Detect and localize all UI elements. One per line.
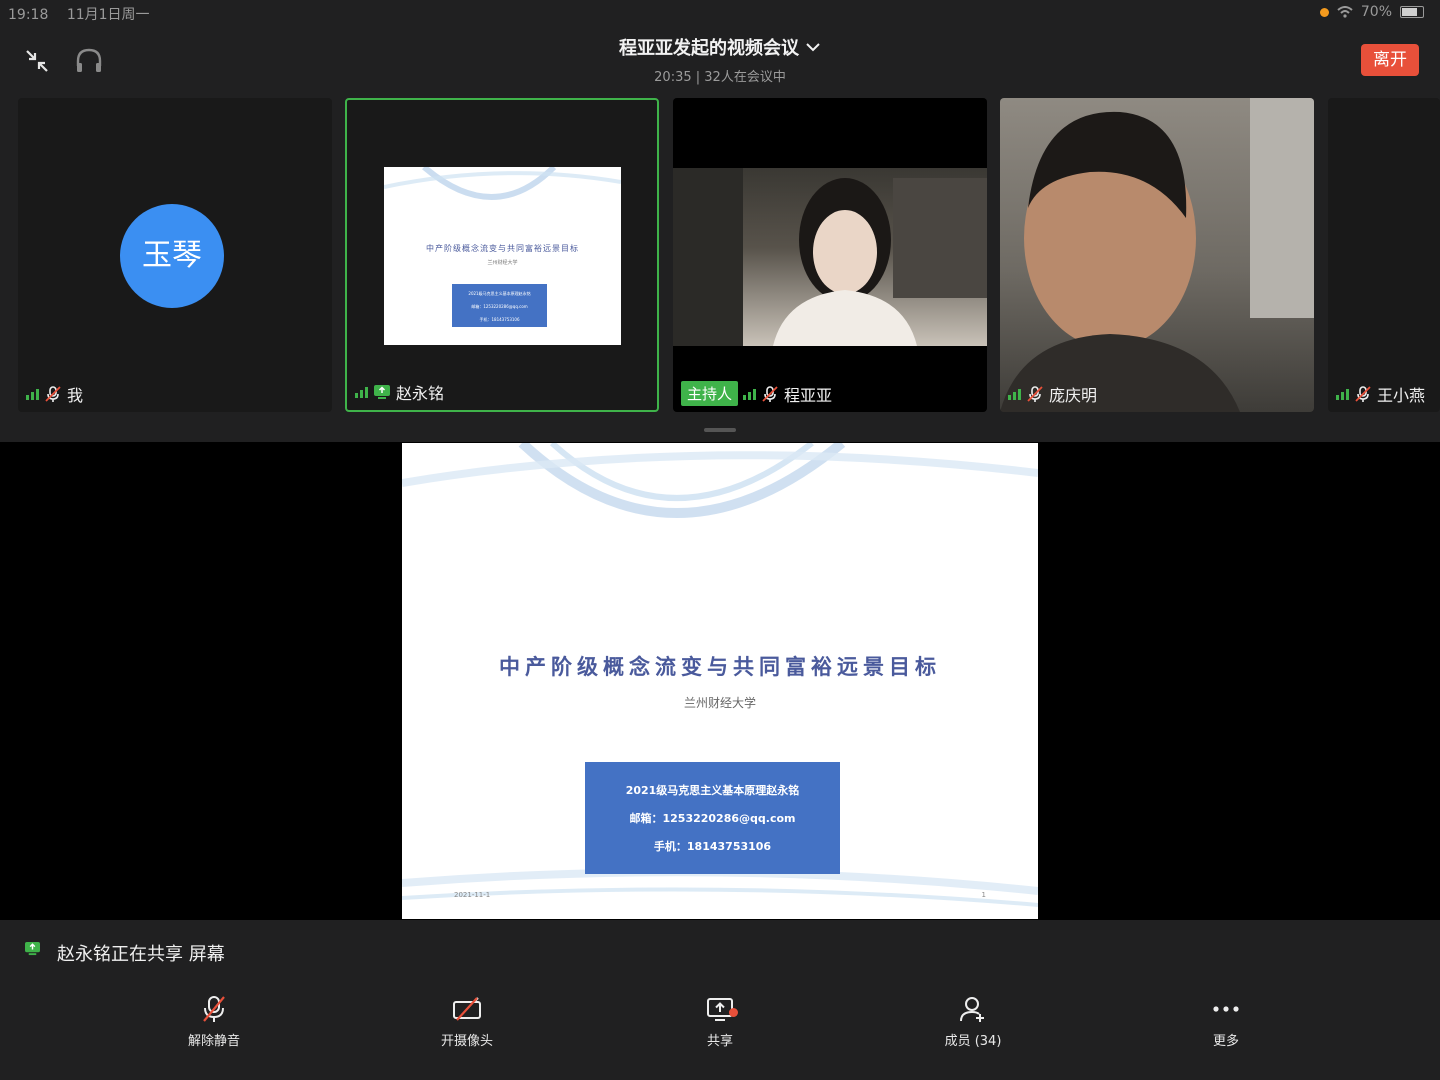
battery-percent: 70% bbox=[1360, 4, 1392, 20]
signal-icon bbox=[1336, 388, 1349, 400]
mic-indicator-dot bbox=[1319, 7, 1329, 17]
participant-label: 王小燕 bbox=[1336, 382, 1425, 406]
slide-page-number: 1 bbox=[981, 891, 986, 899]
participant-strip[interactable]: 玉琴 我 中产阶级概念流变与共同富裕远景目标 兰州财经大学 2021级马克思主义… bbox=[0, 96, 1440, 442]
strip-drag-handle[interactable] bbox=[704, 428, 736, 432]
signal-icon bbox=[1008, 388, 1021, 400]
participant-tile[interactable]: 庞庆明 bbox=[1000, 98, 1314, 412]
camera-off-icon bbox=[453, 997, 481, 1021]
mic-muted-icon bbox=[762, 385, 778, 402]
meeting-header: 程亚亚发起的视频会议 20:35 | 32人在会议中 离开 bbox=[0, 26, 1440, 96]
participant-video bbox=[1000, 98, 1314, 412]
participant-tile-self[interactable]: 玉琴 我 bbox=[18, 98, 332, 412]
participant-label: 主持人 程亚亚 bbox=[681, 381, 832, 406]
mic-muted-icon bbox=[1027, 386, 1043, 402]
shared-screen-area[interactable]: 中产阶级概念流变与共同富裕远景目标 兰州财经大学 2021级马克思主义基本原理赵… bbox=[0, 442, 1440, 920]
mic-muted-icon bbox=[203, 996, 225, 1022]
members-button[interactable]: 成员 (34) bbox=[908, 994, 1038, 1049]
participant-tile-host[interactable]: 主持人 程亚亚 bbox=[673, 98, 987, 412]
more-button[interactable]: 更多 bbox=[1161, 994, 1291, 1049]
person-silhouette bbox=[1000, 98, 1314, 412]
signal-icon bbox=[26, 388, 39, 400]
sharing-notice-text: 赵永铭正在共享 屏幕 bbox=[57, 944, 225, 965]
slide-wave-decoration bbox=[384, 167, 621, 200]
participant-name: 王小燕 bbox=[1377, 386, 1426, 405]
slide-author-line: 2021级马克思主义基本原理赵永铭 bbox=[625, 784, 800, 797]
mini-slide-box-line1: 2021级马克思主义基本原理赵永铭 bbox=[468, 291, 531, 296]
mini-slide-title: 中产阶级概念流变与共同富裕远景目标 bbox=[426, 244, 579, 253]
signal-icon bbox=[355, 386, 368, 398]
participant-name: 我 bbox=[67, 386, 84, 405]
meeting-window: 19:18 11月1日周一 70% 程亚亚发起的视频会议 20:35 | 32人… bbox=[0, 0, 1440, 1080]
mini-slide-subtitle: 兰州财经大学 bbox=[487, 260, 518, 266]
separator: | bbox=[695, 70, 705, 85]
bottom-toolbar: 解除静音 开摄像头 共享 成员 (34) 更多 bbox=[0, 980, 1440, 1080]
participant-label: 庞庆明 bbox=[1008, 382, 1097, 406]
mic-muted-icon bbox=[45, 386, 61, 402]
avatar: 玉琴 bbox=[120, 204, 224, 308]
participant-count: 32人在会议中 bbox=[704, 70, 786, 85]
status-time: 19:18 bbox=[8, 7, 49, 23]
mini-slide-box: 2021级马克思主义基本原理赵永铭 邮箱：1253220286@qq.com 手… bbox=[452, 284, 547, 327]
slide-date: 2021-11-1 bbox=[454, 891, 491, 899]
participant-name: 程亚亚 bbox=[784, 385, 833, 405]
members-label: 成员 (34) bbox=[944, 1034, 1002, 1049]
slide-title: 中产阶级概念流变与共同富裕远景目标 bbox=[499, 655, 941, 679]
participant-name: 赵永铭 bbox=[396, 384, 445, 403]
person-silhouette bbox=[673, 168, 987, 346]
battery-icon bbox=[1400, 6, 1424, 18]
slide-phone-line: 手机：18143753106 bbox=[653, 840, 772, 853]
members-icon bbox=[960, 997, 984, 1022]
meeting-subtitle: 20:35 | 32人在会议中 bbox=[0, 66, 1440, 85]
more-label: 更多 bbox=[1212, 1034, 1239, 1049]
unmute-button[interactable]: 解除静音 bbox=[149, 994, 279, 1049]
screen-share-icon bbox=[374, 385, 390, 399]
slide-email-line: 邮箱：1253220286@qq.com bbox=[629, 812, 796, 825]
mini-slide-box-line2: 邮箱：1253220286@qq.com bbox=[471, 304, 528, 309]
share-button[interactable]: 共享 bbox=[655, 994, 785, 1049]
host-badge: 主持人 bbox=[681, 381, 739, 406]
participant-tile[interactable]: 王小燕 bbox=[1328, 98, 1440, 412]
slide-subtitle: 兰州财经大学 bbox=[683, 696, 756, 710]
mic-muted-icon bbox=[1355, 386, 1371, 402]
slide-author-box: 2021级马克思主义基本原理赵永铭 邮箱：1253220286@qq.com 手… bbox=[585, 762, 840, 874]
host-video bbox=[673, 168, 987, 346]
screen-share-icon bbox=[25, 941, 40, 956]
participant-label: 我 bbox=[26, 382, 83, 406]
status-date: 11月1日周一 bbox=[66, 7, 150, 23]
meeting-duration: 20:35 bbox=[654, 70, 692, 85]
meeting-title[interactable]: 程亚亚发起的视频会议 bbox=[619, 34, 821, 60]
status-bar: 19:18 11月1日周一 70% bbox=[0, 0, 1440, 26]
unmute-label: 解除静音 bbox=[187, 1034, 240, 1049]
share-notification-dot bbox=[729, 1008, 738, 1017]
signal-icon bbox=[743, 388, 757, 400]
shared-slide: 中产阶级概念流变与共同富裕远景目标 兰州财经大学 2021级马克思主义基本原理赵… bbox=[402, 443, 1038, 919]
leave-button[interactable]: 离开 bbox=[1361, 44, 1419, 76]
more-icon bbox=[1213, 1006, 1239, 1012]
meeting-title-text: 程亚亚发起的视频会议 bbox=[619, 38, 799, 59]
participant-label: 赵永铭 bbox=[355, 380, 444, 404]
chevron-down-icon bbox=[806, 43, 820, 52]
sharing-notice: 赵永铭正在共享 屏幕 bbox=[0, 920, 1440, 980]
shared-slide-thumbnail: 中产阶级概念流变与共同富裕远景目标 兰州财经大学 2021级马克思主义基本原理赵… bbox=[384, 167, 621, 345]
camera-label: 开摄像头 bbox=[440, 1034, 493, 1049]
participant-name: 庞庆明 bbox=[1049, 386, 1098, 405]
participant-tile-presenter[interactable]: 中产阶级概念流变与共同富裕远景目标 兰州财经大学 2021级马克思主义基本原理赵… bbox=[345, 98, 659, 412]
camera-button[interactable]: 开摄像头 bbox=[402, 994, 532, 1049]
share-label: 共享 bbox=[706, 1034, 733, 1049]
mini-slide-box-line3: 手机：18143753106 bbox=[479, 317, 520, 322]
wifi-icon bbox=[1337, 6, 1353, 18]
